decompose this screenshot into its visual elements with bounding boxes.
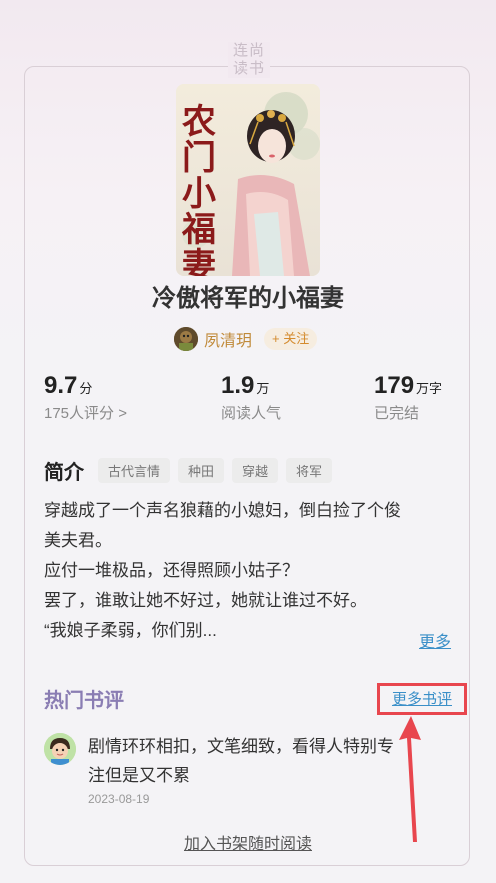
intro-line: 应付一堆极品，还得照顾小姑子？: [44, 561, 299, 580]
stats-row: 9.7 分 175人评分 > 1.9 万 阅读人气 179 万字 已完结: [0, 372, 496, 432]
tag[interactable]: 种田: [178, 458, 225, 483]
rating-label: 175人评分 >: [44, 405, 127, 422]
review-line: 注但是又不累: [88, 766, 190, 785]
reviewer-avatar[interactable]: [44, 733, 76, 765]
intro-header: 简介 古代言情 种田 穿越 将军: [44, 456, 333, 485]
follow-button[interactable]: + 关注: [264, 328, 318, 350]
cover-title-text: 农门小福妻: [182, 102, 216, 276]
rating-stat[interactable]: 9.7 分 175人评分 >: [44, 372, 127, 423]
popularity-stat: 1.9 万 阅读人气: [221, 372, 281, 423]
intro-line: 穿越成了一个声名狼藉的小媳妇，倒白捡了个俊: [44, 501, 401, 520]
annotation-arrow-icon: [399, 716, 421, 842]
review-line: 剧情环环相扣，文笔细致，看得人特别专: [88, 737, 394, 756]
author-avatar-icon: [174, 327, 198, 351]
popularity-label: 阅读人气: [221, 405, 282, 422]
brand-line-2: 读书: [232, 60, 265, 77]
tag[interactable]: 古代言情: [98, 458, 171, 483]
reviewer-avatar-icon: [44, 733, 76, 765]
rating-unit: 分: [79, 381, 93, 396]
intro-heading: 简介: [44, 462, 84, 484]
author-avatar[interactable]: [174, 327, 198, 351]
intro-more-link[interactable]: 更多: [419, 628, 451, 652]
intro-line: 美夫君。: [44, 531, 112, 550]
words-unit: 万字: [416, 381, 443, 396]
tag[interactable]: 将军: [286, 458, 333, 483]
reviews-heading: 热门书评: [44, 690, 124, 712]
status-label: 已完结: [374, 405, 420, 422]
intro-line: 罢了，谁敢让她不好过，她就让谁过不好。: [44, 591, 367, 610]
words-stat: 179 万字 已完结: [374, 372, 442, 423]
tag[interactable]: 穿越: [232, 458, 279, 483]
popularity-value: 1.9: [221, 372, 255, 399]
author-row: 夙清玥 + 关注: [174, 326, 318, 352]
book-title: 冷傲将军的小福妻: [152, 285, 344, 312]
more-reviews-link[interactable]: 更多书评: [377, 683, 467, 715]
review-date: 2023-08-19: [88, 792, 150, 806]
words-value: 179: [374, 372, 415, 399]
intro-text: 穿越成了一个声名狼藉的小媳妇，倒白捡了个俊 美夫君。 应付一堆极品，还得照顾小姑…: [44, 496, 464, 646]
brand-line-1: 连尚: [232, 42, 265, 59]
rating-value: 9.7: [44, 372, 78, 399]
review-content: 剧情环环相扣，文笔细致，看得人特别专 注但是又不累: [88, 732, 444, 790]
author-name[interactable]: 夙清玥: [204, 327, 252, 351]
intro-line: “我娘子柔弱，你们别...: [44, 621, 217, 640]
book-cover[interactable]: 农门小福妻: [176, 84, 320, 276]
add-to-shelf-link[interactable]: 加入书架随时阅读: [0, 830, 496, 854]
brand-logo: 连尚 读书: [228, 42, 270, 78]
popularity-unit: 万: [256, 381, 270, 396]
